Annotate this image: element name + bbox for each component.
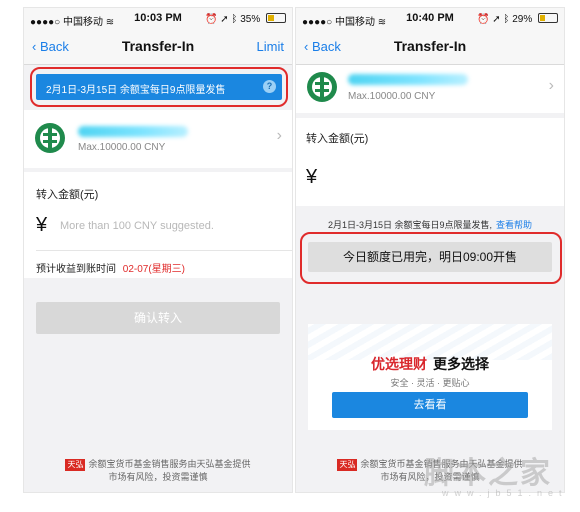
alarm-icon: ⏰ <box>477 14 490 25</box>
alarm-icon: ⏰ <box>205 14 218 25</box>
bluetooth-icon: ᛒ <box>231 14 238 25</box>
highlight-outline <box>30 67 288 107</box>
tianhong-logo-icon: 天弘 <box>65 459 86 471</box>
divider <box>36 250 292 251</box>
chevron-right-icon: › <box>276 127 282 144</box>
page-title: Transfer-In <box>121 38 195 54</box>
battery-fill <box>540 15 545 21</box>
abc-bank-logo-icon <box>307 72 337 102</box>
location-arrow-icon: ➚ <box>492 14 501 25</box>
footer-line2: 市场有风险，投资需谨慎 <box>380 472 480 482</box>
bank-name-redacted <box>78 126 188 137</box>
battery-percent: 35% <box>240 14 261 25</box>
confirm-transfer-button[interactable]: 确认转入 <box>36 302 280 334</box>
bank-name-redacted <box>348 74 468 85</box>
nav-bar: ‹ Back Transfer-In <box>296 30 564 65</box>
tianhong-logo-icon: 天弘 <box>337 459 358 471</box>
promo-title: 优选理财 更多选择 <box>308 354 552 374</box>
amount-section: 转入金额(元) ¥ <box>296 118 564 206</box>
status-right: ⏰ ➚ ᛒ 35% <box>205 13 286 25</box>
footer-line2: 市场有风险，投资需谨慎 <box>108 472 208 482</box>
footer-disclaimer: 天弘 余额宝货币基金销售服务由天弘基金提供 市场有风险，投资需谨慎 <box>24 458 292 483</box>
right-phone-screen: ●●●●○ 中国移动 ≋ 10:40 PM ⏰ ➚ ᛒ 29% ‹ Back T… <box>296 8 564 492</box>
amount-label: 转入金额(元) <box>306 133 369 145</box>
arrival-date: 02-07(星期三) <box>122 264 186 275</box>
sale-notice-line: 2月1日-3月15日 余额宝每日9点限量发售, 查看帮助 <box>296 218 564 231</box>
promo-title-black: 更多选择 <box>433 356 489 372</box>
bank-card-selector[interactable]: Max.10000.00 CNY › <box>24 110 292 168</box>
footer-disclaimer: 天弘 余额宝货币基金销售服务由天弘基金提供 市场有风险，投资需谨慎 <box>296 458 564 483</box>
status-bar: ●●●●○ 中国移动 ≋ 10:40 PM ⏰ ➚ ᛒ 29% <box>296 8 564 30</box>
battery-percent: 29% <box>512 14 533 25</box>
bluetooth-icon: ᛒ <box>503 14 510 25</box>
location-arrow-icon: ➚ <box>220 14 229 25</box>
amount-label: 转入金额(元) <box>36 189 99 201</box>
bank-limit: Max.10000.00 CNY <box>348 91 436 102</box>
status-right: ⏰ ➚ ᛒ 29% <box>477 13 558 25</box>
footer-line1: 余额宝货币基金销售服务由天弘基金提供 <box>88 459 251 469</box>
bank-card-selector[interactable]: Max.10000.00 CNY › <box>296 65 564 113</box>
left-phone-screen: ●●●●○ 中国移动 ≋ 10:03 PM ⏰ ➚ ᛒ 35% ‹ Back T… <box>24 8 292 492</box>
promo-go-button[interactable]: 去看看 <box>332 392 528 418</box>
battery-fill <box>268 15 274 21</box>
nav-bar: ‹ Back Transfer-In Limit <box>24 30 292 65</box>
arrival-time-row: 预计收益到账时间 02-07(星期三) <box>36 260 185 275</box>
currency-symbol: ¥ <box>306 166 318 188</box>
sale-notice-text: 2月1日-3月15日 余额宝每日9点限量发售, <box>327 220 492 230</box>
arrival-label: 预计收益到账时间 <box>36 264 116 275</box>
chevron-right-icon: › <box>548 77 554 94</box>
promo-subtitle: 安全 · 灵活 · 更贴心 <box>390 378 470 388</box>
amount-input[interactable] <box>60 220 260 232</box>
battery-icon <box>538 13 558 23</box>
footer-line1: 余额宝货币基金销售服务由天弘基金提供 <box>360 459 523 469</box>
battery-icon <box>266 13 286 23</box>
bank-limit: Max.10000.00 CNY <box>78 142 166 153</box>
page-title: Transfer-In <box>393 38 467 54</box>
help-link[interactable]: 查看帮助 <box>496 220 532 230</box>
highlight-outline <box>300 232 562 284</box>
abc-bank-logo-icon <box>35 123 65 153</box>
limit-button[interactable]: Limit <box>257 39 284 54</box>
promo-title-red: 优选理财 <box>371 356 427 372</box>
amount-section: 转入金额(元) ¥ 预计收益到账时间 02-07(星期三) <box>24 172 292 278</box>
promo-card[interactable]: 优选理财 更多选择 安全 · 灵活 · 更贴心 去看看 <box>308 324 552 430</box>
status-bar: ●●●●○ 中国移动 ≋ 10:03 PM ⏰ ➚ ᛒ 35% <box>24 8 292 30</box>
currency-symbol: ¥ <box>36 214 48 236</box>
